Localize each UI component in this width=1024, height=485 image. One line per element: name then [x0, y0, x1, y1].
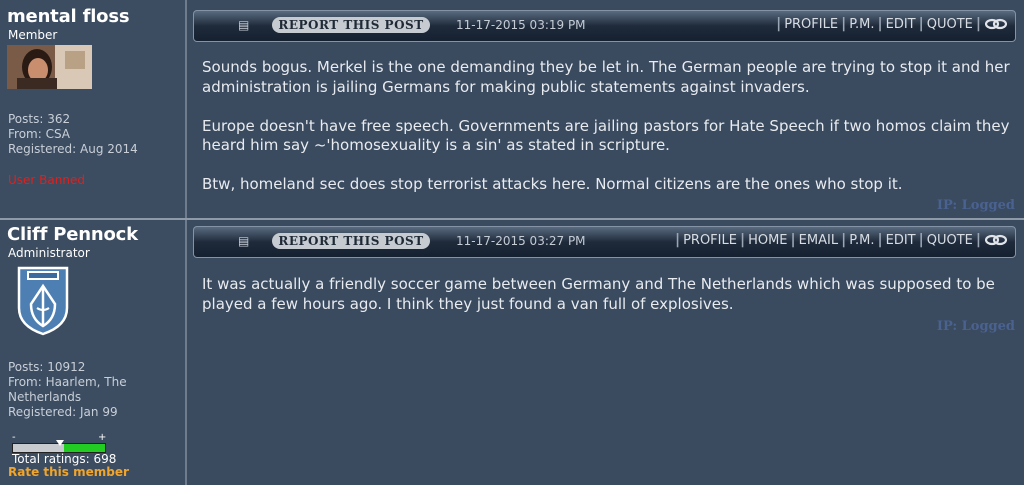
post-links: | PROFILE | P.M. | EDIT | QUOTE |	[775, 16, 1007, 32]
post-body: Sounds bogus. Merkel is the one demandin…	[202, 58, 1012, 214]
registered-date: Registered: Jan 99	[8, 405, 118, 419]
post-paragraph: Europe doesn't have free speech. Governm…	[202, 116, 1010, 155]
home-link[interactable]: HOME	[746, 233, 789, 248]
permalink-chain-icon[interactable]	[985, 17, 1007, 31]
pm-link[interactable]: P.M.	[847, 233, 876, 248]
rating-meter: - +	[8, 432, 108, 454]
divider: |	[877, 232, 883, 248]
divider: |	[877, 16, 883, 32]
profile-link[interactable]: PROFILE	[681, 233, 739, 248]
profile-link[interactable]: PROFILE	[782, 17, 840, 32]
pm-link[interactable]: P.M.	[847, 17, 876, 32]
thread-view: mental floss Member Posts: 362 From: CSA…	[0, 0, 1024, 485]
user-location: From: Haarlem, The	[8, 375, 127, 389]
post-body: It was actually a friendly soccer game b…	[202, 275, 1012, 334]
avatar[interactable]	[7, 45, 92, 89]
ip-logged: IP: Logged	[936, 319, 1015, 334]
email-link[interactable]: EMAIL	[797, 233, 840, 248]
post-paragraph: Sounds bogus. Merkel is the one demandin…	[202, 58, 1010, 96]
post: Cliff Pennock Administrator Posts: 10912…	[0, 220, 1024, 485]
rating-positive-fill	[63, 444, 105, 452]
quote-link[interactable]: QUOTE	[925, 17, 975, 32]
post-toolbar: ▤ REPORT THIS POST 11-17-2015 03:19 PM |…	[193, 10, 1016, 42]
user-stats: Posts: 362 From: CSA Registered: Aug 201…	[8, 112, 138, 157]
post-date: 11-17-2015 03:19 PM	[456, 18, 586, 32]
user-sidebar: mental floss Member Posts: 362 From: CSA…	[0, 0, 187, 218]
divider: |	[739, 232, 746, 248]
edit-link[interactable]: EDIT	[884, 233, 918, 248]
divider: |	[918, 232, 924, 248]
total-ratings: Total ratings: 698	[12, 452, 117, 466]
user-stats: Posts: 10912 From: Haarlem, The Netherla…	[8, 360, 127, 420]
divider: |	[776, 16, 782, 32]
username[interactable]: mental floss	[7, 6, 130, 27]
post-paragraph: Btw, homeland sec does stop terrorist at…	[202, 175, 903, 193]
rating-plus: +	[98, 432, 107, 443]
post-count: Posts: 10912	[8, 360, 86, 374]
divider: |	[841, 232, 847, 248]
divider: |	[674, 232, 681, 248]
avatar[interactable]	[15, 264, 71, 336]
rating-minus: -	[12, 432, 16, 443]
post-count: Posts: 362	[8, 112, 71, 126]
report-post-button[interactable]: REPORT THIS POST	[272, 17, 430, 33]
status-badge: User Banned	[8, 173, 85, 187]
username[interactable]: Cliff Pennock	[7, 224, 138, 245]
user-role: Administrator	[8, 246, 90, 260]
post-icon: ▤	[238, 18, 250, 32]
divider: |	[918, 16, 924, 32]
edit-link[interactable]: EDIT	[884, 17, 918, 32]
divider: |	[975, 232, 981, 248]
divider: |	[841, 16, 847, 32]
post-links: | PROFILE | HOME | EMAIL | P.M. | EDIT |…	[674, 232, 1007, 248]
report-post-button[interactable]: REPORT THIS POST	[272, 233, 430, 249]
user-location-cont: Netherlands	[8, 390, 82, 404]
post-content: ▤ REPORT THIS POST 11-17-2015 03:27 PM |…	[187, 220, 1024, 485]
rating-pointer	[56, 440, 64, 446]
user-sidebar: Cliff Pennock Administrator Posts: 10912…	[0, 220, 187, 485]
registered-date: Registered: Aug 2014	[8, 142, 138, 156]
divider: |	[790, 232, 796, 248]
post-content: ▤ REPORT THIS POST 11-17-2015 03:19 PM |…	[187, 0, 1024, 218]
post-toolbar: ▤ REPORT THIS POST 11-17-2015 03:27 PM |…	[193, 226, 1016, 258]
quote-link[interactable]: QUOTE	[925, 233, 975, 248]
post: mental floss Member Posts: 362 From: CSA…	[0, 0, 1024, 218]
post-paragraph: It was actually a friendly soccer game b…	[202, 275, 995, 313]
user-role: Member	[8, 28, 58, 42]
divider: |	[975, 16, 981, 32]
permalink-chain-icon[interactable]	[985, 233, 1007, 247]
post-icon: ▤	[238, 234, 250, 248]
user-location: From: CSA	[8, 127, 71, 141]
ip-logged: IP: Logged	[936, 198, 1015, 213]
post-date: 11-17-2015 03:27 PM	[456, 234, 586, 248]
rate-member-link[interactable]: Rate this member	[8, 465, 129, 479]
